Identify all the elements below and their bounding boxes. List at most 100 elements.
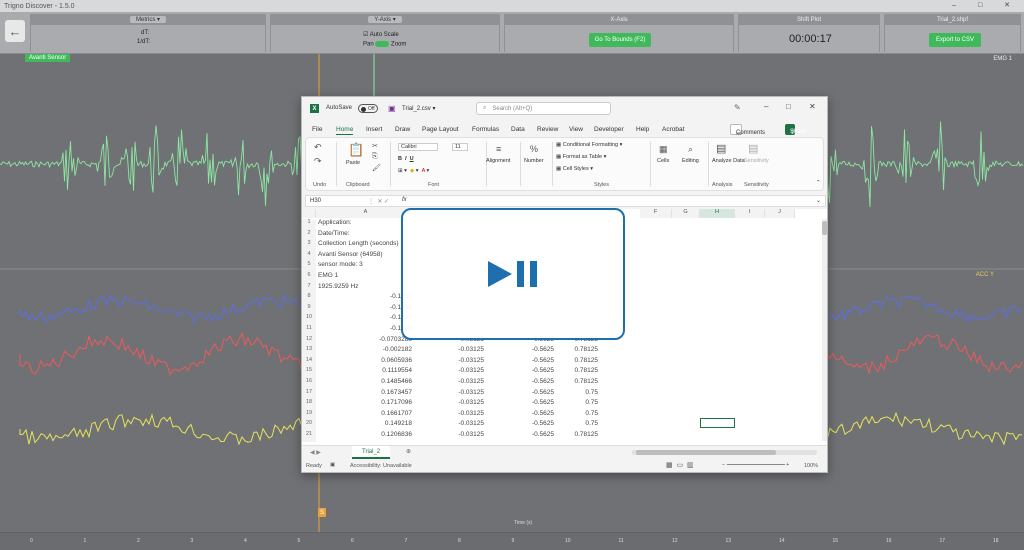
borders-button[interactable]: ⊞ ▾ ◆ ▾ A ▾ [398, 168, 429, 174]
cell-c[interactable]: -0.5625 [514, 420, 554, 427]
cells-icon[interactable]: ▦ [659, 144, 668, 155]
undo-icon[interactable]: ↶ [314, 142, 322, 153]
cell-a[interactable]: Application: [318, 219, 352, 226]
cell-d[interactable]: 0.75 [558, 399, 598, 406]
cell-a[interactable]: EMG 1 [318, 272, 338, 279]
row-number[interactable]: 8 [302, 293, 316, 304]
zoom-level[interactable]: 100% [804, 463, 818, 469]
cell-d[interactable]: 0.78125 [558, 357, 599, 364]
row-number[interactable]: 4 [302, 250, 316, 262]
alignment-icon[interactable]: ≡ [496, 144, 501, 154]
view-mode-icons[interactable]: ▦ ▭ ▥ [666, 461, 694, 469]
number-button[interactable]: Number [524, 158, 544, 164]
zoom-slider[interactable]: – + [722, 462, 789, 468]
format-painter-icon[interactable]: 🖌 [372, 164, 381, 172]
cell-a[interactable]: 0.0605936 [316, 357, 412, 364]
tab-file[interactable]: File [312, 126, 322, 133]
play-pause-overlay[interactable] [401, 208, 625, 340]
analyze-data-button[interactable]: Analyze Data [712, 158, 745, 164]
cell-d[interactable]: 0.78125 [558, 431, 599, 438]
cell-b[interactable]: -0.03125 [444, 431, 484, 438]
cell-d[interactable]: 0.75 [558, 389, 598, 396]
cell-a[interactable]: -0.1300 [316, 325, 412, 332]
tab-draw[interactable]: Draw [395, 126, 410, 133]
paste-icon[interactable]: 📋 [348, 142, 364, 158]
cell-b[interactable]: -0.03125 [444, 367, 484, 374]
cell-a[interactable]: 0.1206836 [316, 431, 412, 438]
paste-button[interactable]: Paste [346, 160, 360, 166]
column-header[interactable]: H [700, 209, 735, 218]
row-number[interactable]: 18 [302, 399, 316, 410]
select-all-corner[interactable] [302, 209, 316, 218]
row-number[interactable]: 7 [302, 282, 316, 294]
name-box[interactable]: H30 [310, 198, 321, 204]
tab-acrobat[interactable]: Acrobat [662, 126, 684, 133]
row-number[interactable]: 6 [302, 272, 316, 283]
cell-c[interactable]: -0.5625 [514, 431, 554, 438]
cell-c[interactable]: -0.5625 [514, 410, 554, 417]
cell-a[interactable]: Collection Length (seconds) [318, 240, 399, 247]
cell-a[interactable]: 0.1661707 [316, 410, 412, 417]
tab-insert[interactable]: Insert [366, 126, 382, 133]
minimize-icon[interactable]: – [764, 102, 768, 111]
selected-cell[interactable] [700, 418, 735, 428]
cell-a[interactable]: 0.1485466 [316, 378, 412, 385]
row-number[interactable]: 14 [302, 356, 316, 368]
cell-c[interactable]: -0.5625 [514, 389, 554, 396]
export-csv-button[interactable]: Export to CSV [929, 33, 981, 47]
cell-b[interactable]: -0.03125 [444, 378, 484, 385]
autosave-toggle[interactable]: Off [358, 104, 378, 113]
cell-a[interactable]: 0.1119554 [316, 367, 412, 374]
cells-button[interactable]: Cells [657, 158, 669, 164]
event-marker[interactable]: S [318, 508, 326, 517]
cell-d[interactable]: 0.78125 [558, 346, 599, 353]
row-number[interactable]: 1 [302, 219, 316, 230]
row-number[interactable]: 9 [302, 303, 316, 315]
cell-d[interactable]: 0.78125 [558, 367, 599, 374]
row-number[interactable]: 11 [302, 325, 316, 336]
row-number[interactable]: 2 [302, 229, 316, 241]
row-number[interactable]: 21 [302, 431, 316, 442]
share-button[interactable]: ⇪ Share [785, 124, 806, 136]
row-number[interactable]: 17 [302, 388, 316, 400]
cell-a[interactable]: 0.149218 [316, 420, 412, 427]
cell-c[interactable]: -0.5625 [514, 357, 554, 364]
cell-a[interactable]: -0.1727 [316, 314, 412, 321]
cell-c[interactable]: -0.5625 [514, 399, 554, 406]
column-header[interactable]: G [672, 209, 700, 218]
font-size-select[interactable]: 11 [452, 143, 468, 151]
yaxis-dropdown[interactable]: Y-Axis ▾ [368, 16, 402, 23]
tab-page-layout[interactable]: Page Layout [422, 126, 459, 133]
cell-b[interactable]: -0.03125 [444, 410, 484, 417]
editing-icon[interactable]: ⌕ [688, 144, 693, 155]
row-number[interactable]: 12 [302, 335, 316, 347]
percent-icon[interactable]: % [530, 144, 538, 154]
cell-a[interactable]: 1925.9259 Hz [318, 283, 358, 290]
cell-a[interactable]: 0.1673457 [316, 389, 412, 396]
column-header[interactable]: F [640, 209, 672, 218]
cell-b[interactable]: -0.03125 [444, 346, 484, 353]
vertical-scrollbar[interactable] [822, 219, 827, 441]
row-number[interactable]: 13 [302, 346, 316, 357]
expand-formula-icon[interactable]: ⌄ [816, 197, 821, 204]
cell-a[interactable]: sensor mode: 3 [318, 261, 363, 268]
maximize-icon[interactable]: □ [786, 102, 791, 111]
redo-icon[interactable]: ↷ [314, 156, 322, 167]
column-header[interactable]: J [765, 209, 795, 218]
cell-b[interactable]: -0.03125 [444, 389, 484, 396]
cut-icon[interactable]: ✂ [372, 142, 378, 150]
cell-a[interactable]: Date/Time: [318, 230, 350, 237]
cell-c[interactable]: -0.5625 [514, 378, 554, 385]
cell-b[interactable]: -0.03125 [444, 357, 484, 364]
copy-icon[interactable]: ⎘ [372, 153, 378, 161]
tab-home[interactable]: Home [336, 126, 354, 135]
cell-a[interactable]: 0.1717096 [316, 399, 412, 406]
editing-button[interactable]: Editing [682, 158, 699, 164]
add-sheet-icon[interactable]: ⊕ [406, 448, 411, 455]
tab-view[interactable]: View [569, 126, 583, 133]
cell-a[interactable]: Avanti Sensor (64958) [318, 251, 383, 258]
sheet-tab-trial2[interactable]: Trial_2 [352, 446, 391, 459]
cell-a[interactable]: -0.0703288 [316, 336, 412, 343]
file-name[interactable]: Trial_2.csv ▾ [402, 105, 435, 112]
alignment-button[interactable]: Alignment [486, 158, 510, 164]
